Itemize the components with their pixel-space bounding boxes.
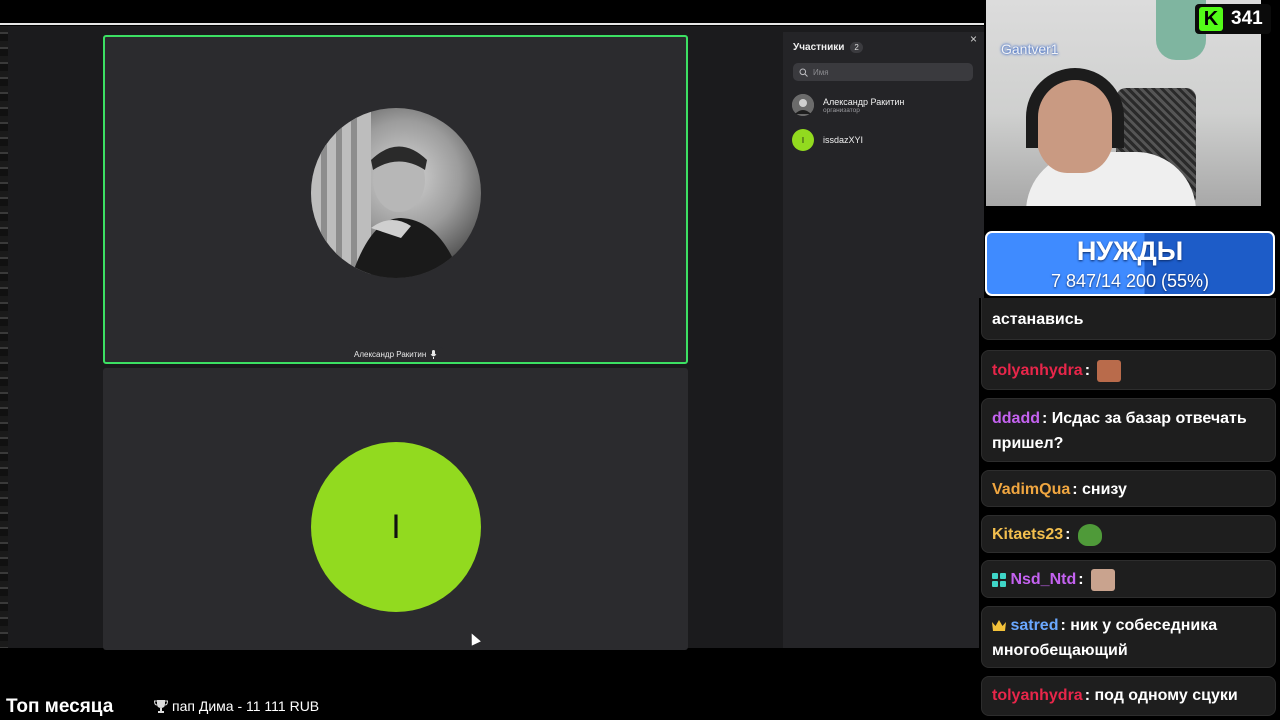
chat-message: Nsd_Ntd:	[981, 560, 1276, 598]
chat-message: tolyanhydra:	[981, 350, 1276, 390]
chat-text: под одному сцуки	[1094, 687, 1238, 704]
chat-username[interactable]: satred	[1010, 617, 1058, 634]
participant-role: организатор	[823, 106, 860, 114]
participants-title: Участники	[793, 42, 845, 53]
chat-username[interactable]: tolyanhydra	[992, 687, 1083, 704]
participants-count-badge: 2	[850, 42, 863, 53]
top-of-month-title: Топ месяца	[6, 696, 114, 717]
chat-username[interactable]: Kitaets23	[992, 526, 1063, 543]
participant-item[interactable]: I issdazXYI	[792, 129, 863, 151]
chat-message: satred: ник у собеседника многобещающий	[981, 606, 1276, 668]
headphones-icon	[1026, 68, 1124, 148]
participant-search[interactable]	[793, 63, 973, 81]
speaker-name: Александр Ракитин	[354, 350, 427, 359]
close-icon[interactable]: ×	[970, 32, 977, 46]
top-donor-text: пап Дима - 11 111 RUB	[172, 698, 320, 714]
participants-header: Участники 2	[793, 42, 863, 53]
chat-message: астанавись	[981, 298, 1276, 340]
participants-panel: Участники 2 × Александр Ракитин организа…	[783, 32, 984, 648]
microphone-icon	[430, 350, 437, 359]
trophy-icon	[154, 699, 168, 713]
chat-message: Kitaets23:	[981, 515, 1276, 553]
crown-icon	[992, 619, 1006, 631]
participant-item[interactable]: Александр Ракитин организатор	[792, 94, 904, 116]
needs-goal-widget: НУЖДЫ 7 847/14 200 (55%)	[985, 231, 1275, 296]
participant-name: Александр Ракитин	[823, 96, 905, 107]
needs-title: НУЖДЫ	[1076, 236, 1184, 266]
top-donor-item: пап Дима - 11 111 RUB	[154, 698, 319, 714]
user-photo-icon	[792, 94, 814, 116]
viewer-count-badge: K 341	[1195, 4, 1271, 34]
top-divider	[0, 23, 984, 25]
cam-name-overlay: Gantver1	[1001, 41, 1059, 57]
kick-logo-icon: K	[1199, 7, 1223, 31]
emote-icon	[1097, 359, 1122, 382]
chat-message: tolyanhydra: под одному сцуки	[981, 676, 1276, 716]
participant-avatar-letter: I	[391, 507, 401, 546]
chat-text: астанавись	[992, 311, 1084, 328]
screen: Александр Ракитин I Участники 2 × Имя Ал…	[0, 0, 1280, 720]
participant-avatar: I	[311, 442, 481, 612]
badge-icon	[992, 572, 1006, 587]
avatar	[792, 94, 814, 116]
chat-message: ddadd: Исдас за базар отвечать пришел?	[981, 398, 1276, 462]
chat-username[interactable]: VadimQua	[992, 481, 1070, 498]
chat-username[interactable]: ddadd	[992, 410, 1040, 427]
chat-panel: астанавись tolyanhydra: ddadd: Исдас за …	[979, 298, 1280, 720]
chat-text: снизу	[1082, 481, 1127, 498]
chat-message: VadimQua: снизу	[981, 470, 1276, 507]
cat-emote-icon	[1091, 568, 1116, 591]
avatar: I	[792, 129, 814, 151]
left-background-strip	[0, 26, 8, 648]
chat-username[interactable]: Nsd_Ntd	[1010, 571, 1076, 588]
participant-name: issdazXYI	[823, 135, 864, 145]
pepe-emote-icon	[1077, 523, 1102, 546]
avatar-letter: I	[801, 135, 805, 145]
search-input[interactable]	[813, 67, 963, 77]
search-icon	[799, 68, 808, 77]
speaker-name-tag: Александр Ракитин	[348, 347, 444, 362]
speaker-avatar	[311, 108, 481, 278]
viewer-count: 341	[1231, 8, 1263, 29]
needs-progress: 7 847/14 200 (55%)	[1050, 271, 1210, 291]
chat-username[interactable]: tolyanhydra	[992, 362, 1083, 379]
speaker-photo-icon	[311, 108, 461, 278]
